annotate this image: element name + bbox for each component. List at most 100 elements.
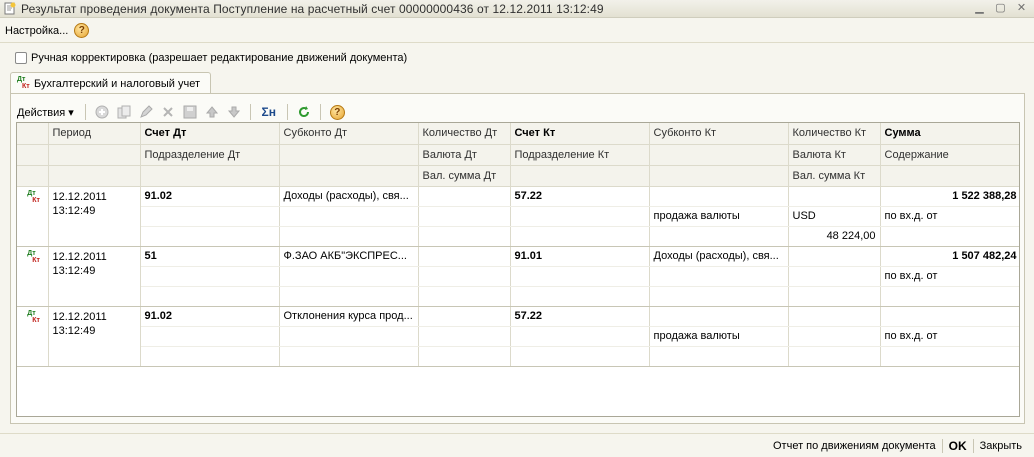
window-title: Результат проведения документа Поступлен… bbox=[21, 1, 604, 16]
move-up-icon[interactable] bbox=[204, 104, 220, 120]
refresh-icon[interactable] bbox=[296, 104, 312, 120]
subconto-kt-cell: продажа валюты bbox=[649, 326, 789, 347]
edit-icon[interactable] bbox=[138, 104, 154, 120]
add-icon[interactable] bbox=[94, 104, 110, 120]
table-row[interactable]: Дт Кт 12.12.2011 13:12:49 91.02 Отклонения… bbox=[17, 306, 1019, 367]
amount-cell: 1 507 482,24 bbox=[880, 246, 1019, 267]
account-dt-cell: 51 bbox=[140, 246, 280, 267]
table-row-sub bbox=[17, 286, 1019, 307]
table-row[interactable]: Дт Кт 12.12.2011 13:12:49 51 Ф.ЗАО АКБ"ЭКС… bbox=[17, 246, 1019, 307]
table-header-row: Период Счет Дт Субконто Дт Количество Дт… bbox=[17, 123, 1019, 145]
subconto-dt-cell: Ф.ЗАО АКБ"ЭКСПРЕС... bbox=[279, 246, 419, 267]
column-header[interactable]: Валюта Дт bbox=[418, 144, 511, 166]
currency-kt-cell bbox=[788, 266, 881, 287]
amount-cell: 1 522 388,28 bbox=[880, 186, 1019, 207]
table-row-sub bbox=[17, 346, 1019, 367]
column-header[interactable]: Субконто Кт bbox=[649, 123, 789, 145]
table-row-sub: продажа валюты по вх.д. от bbox=[17, 326, 1019, 347]
dt-kt-icon: Дт Кт bbox=[27, 309, 40, 324]
account-kt-cell: 91.01 bbox=[510, 246, 650, 267]
toolbar-separator bbox=[249, 104, 251, 120]
tabs: Дт Кт Бухгалтерский и налоговый учет bbox=[10, 72, 212, 94]
table-row-sub: по вх.д. от bbox=[17, 266, 1019, 287]
column-header[interactable]: Подразделение Кт bbox=[510, 144, 650, 166]
table-row-sub: 48 224,00 bbox=[17, 226, 1019, 247]
tab-accounting-label: Бухгалтерский и налоговый учет bbox=[34, 77, 201, 90]
close-button[interactable]: Закрыть bbox=[974, 440, 1028, 452]
table-row-sub: продажа валюты USD по вх.д. от bbox=[17, 206, 1019, 227]
currency-kt-cell bbox=[788, 326, 881, 347]
table-header-row: Подразделение Дт Валюта Дт Подразделение… bbox=[17, 144, 1019, 166]
row-date: 12.12.2011 bbox=[52, 190, 107, 203]
help-icon[interactable]: ? bbox=[74, 23, 90, 38]
column-header[interactable]: Количество Кт bbox=[788, 123, 881, 145]
column-header[interactable]: Валюта Кт bbox=[788, 144, 881, 166]
subconto-kt-cell bbox=[649, 186, 789, 207]
dt-kt-icon: Дт Кт bbox=[17, 75, 30, 90]
column-header[interactable]: Счет Дт bbox=[140, 123, 280, 145]
ok-button[interactable]: OK bbox=[943, 439, 973, 453]
account-dt-cell: 91.02 bbox=[140, 306, 280, 327]
cur-amount-kt-cell: 48 224,00 bbox=[788, 226, 881, 247]
minimize-icon[interactable]: ▁ bbox=[973, 2, 986, 15]
move-down-icon[interactable] bbox=[226, 104, 242, 120]
subconto-dt-cell: Отклонения курса прод... bbox=[279, 306, 419, 327]
maximize-icon[interactable]: ▢ bbox=[994, 2, 1007, 15]
column-header[interactable]: Содержание bbox=[880, 144, 1019, 166]
column-header[interactable]: Счет Кт bbox=[510, 123, 650, 145]
toolbar-separator bbox=[319, 104, 321, 120]
icon-column-header bbox=[17, 123, 49, 145]
delete-icon[interactable] bbox=[160, 104, 176, 120]
manual-correction-checkbox[interactable] bbox=[15, 52, 27, 64]
subconto-kt-cell: продажа валюты bbox=[649, 206, 789, 227]
row-time: 13:12:49 bbox=[52, 264, 96, 277]
content-cell: по вх.д. от bbox=[880, 206, 1019, 227]
row-time: 13:12:49 bbox=[52, 324, 96, 337]
status-bar: Отчет по движениям документа OK Закрыть bbox=[0, 433, 1034, 457]
manual-correction-label[interactable]: Ручная корректировка (разрешает редактир… bbox=[31, 52, 407, 64]
toolbar-separator bbox=[84, 104, 86, 120]
table-row[interactable]: Дт Кт 12.12.2011 13:12:49 91.02 Доходы (ра… bbox=[17, 186, 1019, 247]
subconto-kt-cell bbox=[649, 266, 789, 287]
column-header[interactable]: Количество Дт bbox=[418, 123, 511, 145]
column-header[interactable]: Субконто Дт bbox=[279, 123, 419, 145]
dt-kt-icon: Дт Кт bbox=[27, 189, 40, 204]
settings-menu[interactable]: Настройка... bbox=[5, 25, 68, 37]
menu-bar: Настройка... ? bbox=[0, 19, 1034, 43]
save-icon[interactable] bbox=[182, 104, 198, 120]
cur-amount-kt-cell bbox=[788, 286, 881, 307]
cur-amount-kt-cell bbox=[788, 346, 881, 367]
movements-report-button[interactable]: Отчет по движениям документа bbox=[767, 440, 942, 452]
currency-kt-cell: USD bbox=[788, 206, 881, 227]
account-dt-cell: 91.02 bbox=[140, 186, 280, 207]
title-bar: Результат проведения документа Поступлен… bbox=[0, 0, 1034, 18]
row-date: 12.12.2011 bbox=[52, 310, 107, 323]
tab-panel: Действия ▾ Σн ? Период Счет Дт Субконто … bbox=[10, 93, 1025, 424]
actions-menu[interactable]: Действия ▾ bbox=[17, 106, 74, 119]
close-icon[interactable]: ✕ bbox=[1015, 2, 1028, 15]
table-header-row: Вал. сумма Дт Вал. сумма Кт bbox=[17, 165, 1019, 187]
column-header[interactable]: Вал. сумма Кт bbox=[788, 165, 881, 187]
toolbar-separator bbox=[286, 104, 288, 120]
column-header[interactable]: Вал. сумма Дт bbox=[418, 165, 511, 187]
subconto-kt-cell bbox=[649, 306, 789, 327]
content-cell: по вх.д. от bbox=[880, 326, 1019, 347]
row-date: 12.12.2011 bbox=[52, 250, 107, 263]
row-time: 13:12:49 bbox=[52, 204, 96, 217]
column-header[interactable]: Подразделение Дт bbox=[140, 144, 280, 166]
subconto-dt-cell: Доходы (расходы), свя... bbox=[279, 186, 419, 207]
copy-icon[interactable] bbox=[116, 104, 132, 120]
column-header[interactable]: Период bbox=[48, 123, 141, 145]
amount-cell bbox=[880, 306, 1019, 327]
tab-accounting[interactable]: Дт Кт Бухгалтерский и налоговый учет bbox=[10, 72, 212, 94]
dt-kt-icon: Дт Кт bbox=[27, 249, 40, 264]
movements-table[interactable]: Период Счет Дт Субконто Дт Количество Дт… bbox=[16, 122, 1020, 417]
column-header[interactable]: Сумма bbox=[880, 123, 1019, 145]
manual-correction-row: Ручная корректировка (разрешает редактир… bbox=[15, 52, 407, 64]
account-kt-cell: 57.22 bbox=[510, 306, 650, 327]
sum-icon[interactable]: Σн bbox=[259, 104, 279, 120]
subconto-kt-cell: Доходы (расходы), свя... bbox=[649, 246, 789, 267]
help-icon[interactable]: ? bbox=[329, 104, 345, 120]
toolbar: Действия ▾ Σн ? bbox=[17, 101, 345, 123]
content-cell: по вх.д. от bbox=[880, 266, 1019, 287]
